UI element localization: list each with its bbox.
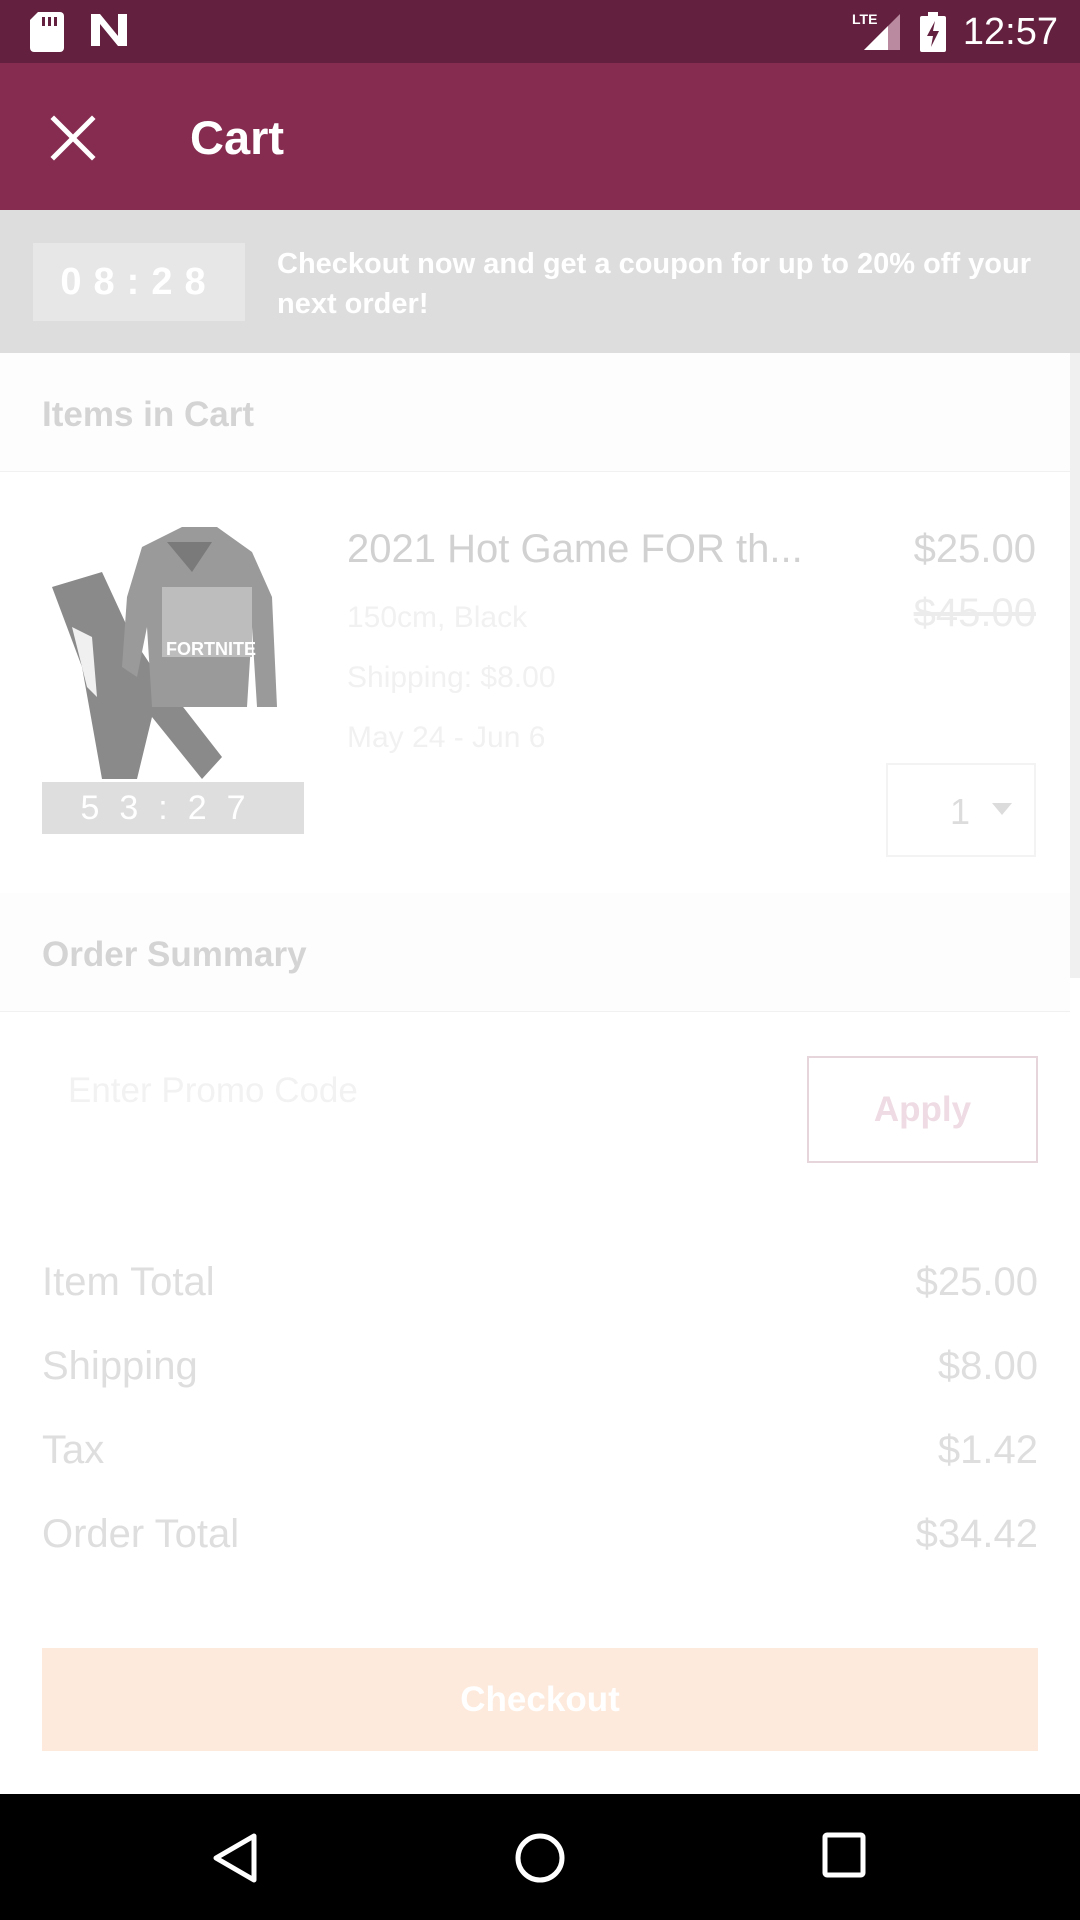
shipping-value: $8.00 bbox=[937, 1344, 1038, 1388]
item-name[interactable]: 2021 Hot Game FOR th... bbox=[347, 527, 803, 572]
item-original-price: $45.00 bbox=[913, 591, 1036, 635]
system-nav-bar bbox=[0, 1794, 1080, 1920]
svg-text:FORTNITE: FORTNITE bbox=[166, 639, 256, 659]
item-total-label: Item Total bbox=[42, 1260, 215, 1304]
tax-value: $1.42 bbox=[937, 1428, 1038, 1472]
home-icon[interactable] bbox=[514, 1832, 566, 1884]
coupon-banner: 08:28 Checkout now and get a coupon for … bbox=[0, 210, 1080, 353]
quantity-dropdown[interactable]: 1 bbox=[886, 763, 1036, 857]
back-icon[interactable] bbox=[212, 1832, 258, 1884]
svg-text:LTE: LTE bbox=[852, 11, 877, 27]
apply-button[interactable]: Apply bbox=[807, 1056, 1038, 1163]
promo-code-input[interactable] bbox=[42, 1045, 810, 1137]
sd-card-icon bbox=[30, 12, 64, 52]
order-total-value: $34.42 bbox=[915, 1512, 1038, 1556]
item-variant: 150cm, Black bbox=[347, 601, 528, 634]
item-price: $25.00 bbox=[913, 527, 1036, 571]
scrollbar[interactable] bbox=[1070, 353, 1080, 978]
items-section-title: Items in Cart bbox=[42, 395, 254, 434]
clock: 12:57 bbox=[962, 11, 1058, 53]
order-summary-title: Order Summary bbox=[42, 935, 307, 974]
quantity-value: 1 bbox=[950, 791, 971, 832]
banner-message: Checkout now and get a coupon for up to … bbox=[277, 248, 1031, 320]
item-countdown: 53:27 bbox=[42, 782, 304, 834]
close-icon[interactable] bbox=[50, 115, 96, 161]
recents-icon[interactable] bbox=[822, 1832, 866, 1878]
checkout-button[interactable]: Checkout bbox=[42, 1648, 1038, 1751]
tax-label: Tax bbox=[42, 1428, 105, 1472]
n-notification-icon bbox=[91, 14, 127, 46]
page-title: Cart bbox=[190, 111, 285, 164]
items-section-header: Items in Cart bbox=[0, 353, 1070, 472]
banner-countdown: 08:28 bbox=[33, 243, 245, 321]
order-summary-header: Order Summary bbox=[0, 893, 1070, 1012]
item-shipping: Shipping: $8.00 bbox=[347, 661, 556, 694]
battery-charging-icon bbox=[920, 12, 946, 52]
order-total-label: Order Total bbox=[42, 1512, 240, 1556]
lte-signal-icon: LTE bbox=[852, 11, 900, 50]
status-bar: LTE 12:57 bbox=[0, 0, 1080, 63]
chevron-down-icon bbox=[992, 803, 1012, 815]
item-delivery-dates: May 24 - Jun 6 bbox=[347, 721, 546, 754]
shipping-label: Shipping bbox=[42, 1344, 198, 1388]
app-bar: Cart bbox=[0, 63, 1080, 210]
item-total-value: $25.00 bbox=[915, 1260, 1038, 1304]
cart-item[interactable]: FORTNITE 53:27 2021 Hot Game FOR th... $… bbox=[0, 477, 1070, 877]
product-image[interactable]: FORTNITE bbox=[42, 517, 304, 779]
